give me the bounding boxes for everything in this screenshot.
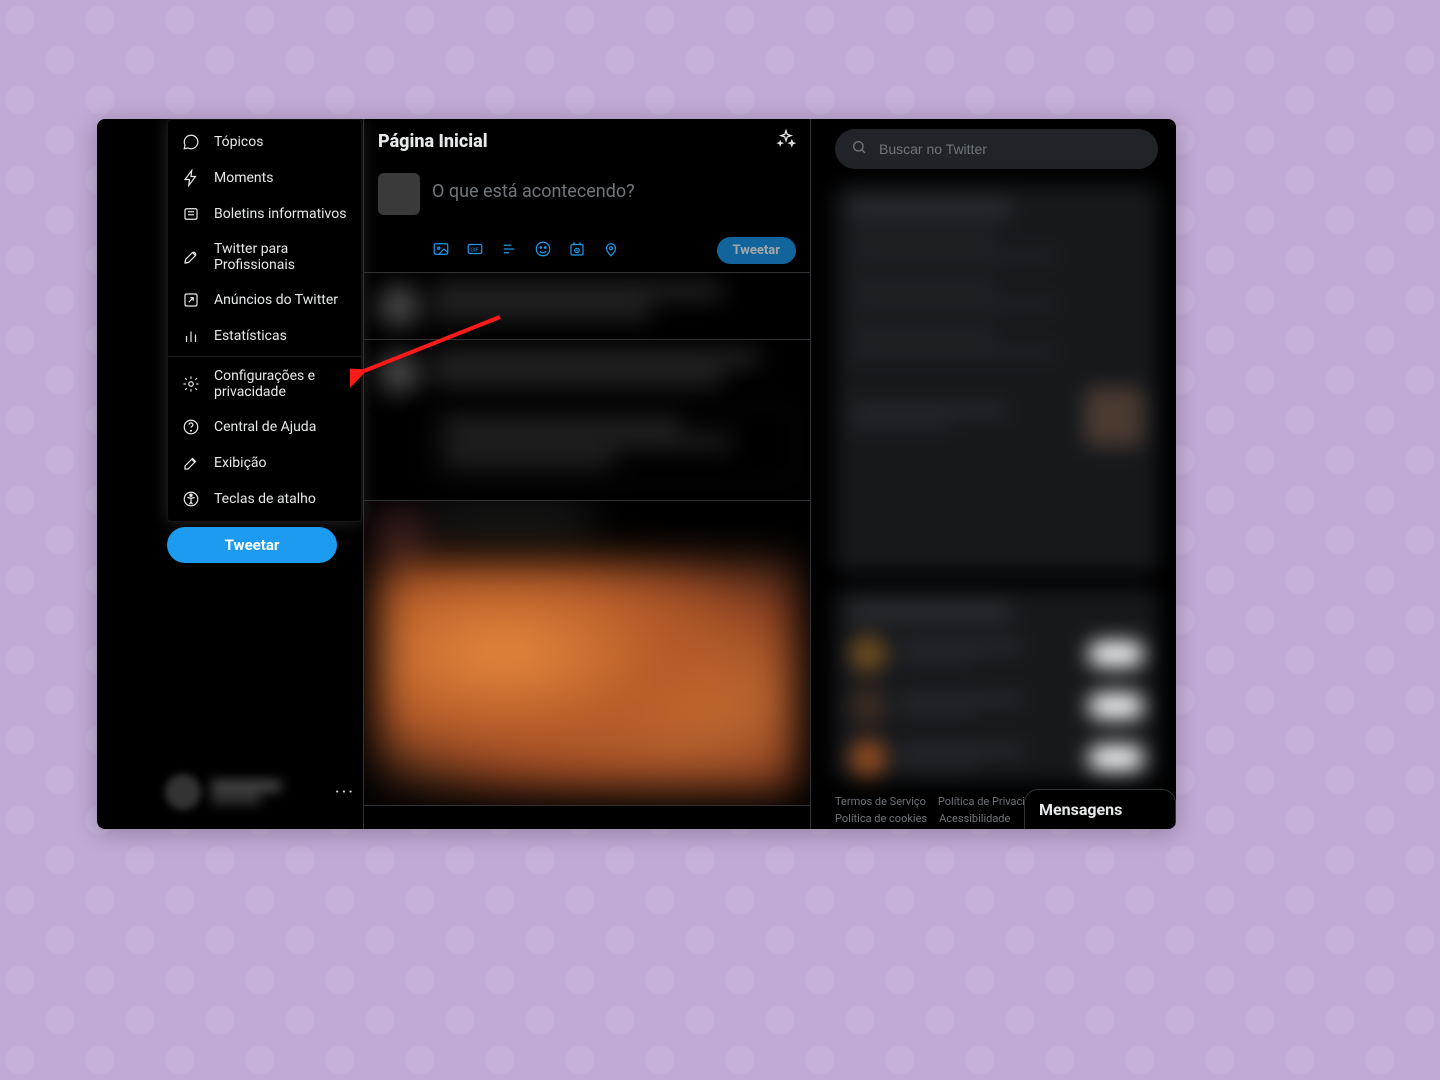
menu-label: Boletins informativos [214, 206, 346, 222]
tweet [364, 273, 810, 340]
app-window: Tópicos Moments Boletins informativos Tw… [97, 119, 1176, 829]
compose-input[interactable]: O que está acontecendo? [432, 173, 635, 202]
menu-item-topics[interactable]: Tópicos [168, 124, 361, 160]
menu-label: Moments [214, 170, 273, 186]
menu-label: Twitter para Profissionais [214, 241, 347, 273]
menu-item-helpcenter[interactable]: Central de Ajuda [168, 409, 361, 445]
page-title: Página Inicial [378, 131, 488, 152]
menu-label: Anúncios do Twitter [214, 292, 338, 308]
avatar [378, 173, 420, 215]
menu-item-display[interactable]: Exibição [168, 445, 361, 481]
top-tweets-icon[interactable] [776, 129, 796, 153]
avatar [165, 774, 201, 810]
poll-icon[interactable] [500, 240, 518, 262]
tweet-button-label: Tweetar [225, 536, 280, 554]
compose-tweet: O que está acontecendo? GIF Tweetar [364, 163, 810, 273]
timeline-feed[interactable] [364, 273, 810, 806]
timeline-header: Página Inicial [364, 119, 810, 163]
edit-icon [182, 454, 200, 472]
menu-item-moments[interactable]: Moments [168, 160, 361, 196]
more-menu-popup: Tópicos Moments Boletins informativos Tw… [167, 119, 362, 522]
accessibility-icon [182, 490, 200, 508]
menu-item-settings-privacy[interactable]: Configurações e privacidade [168, 359, 361, 409]
menu-label: Tópicos [214, 134, 263, 150]
account-switcher[interactable]: ··· [165, 769, 355, 815]
location-icon[interactable] [602, 240, 620, 262]
compose-toolbar: GIF [432, 240, 620, 262]
menu-label: Central de Ajuda [214, 419, 316, 435]
rocket-icon [182, 248, 200, 266]
footer-link[interactable]: Política de cookies [835, 812, 927, 825]
tweet-with-media [364, 501, 810, 806]
footer-link[interactable]: Termos de Serviço [835, 795, 926, 808]
gear-icon [182, 375, 200, 393]
tweet-button-label: Tweetar [733, 243, 780, 258]
menu-item-professionals[interactable]: Twitter para Profissionais [168, 232, 361, 282]
messages-label: Mensagens [1039, 800, 1122, 819]
sidebar: Tópicos Moments Boletins informativos Tw… [97, 119, 363, 829]
menu-separator [168, 356, 361, 357]
help-icon [182, 418, 200, 436]
menu-item-newsletters[interactable]: Boletins informativos [168, 196, 361, 232]
menu-item-ads[interactable]: Anúncios do Twitter [168, 282, 361, 318]
search-box[interactable] [835, 129, 1158, 169]
gif-icon[interactable]: GIF [466, 240, 484, 262]
tweet [364, 340, 810, 501]
image-icon[interactable] [432, 240, 450, 262]
menu-label: Estatísticas [214, 328, 287, 344]
more-icon[interactable]: ··· [335, 782, 355, 803]
emoji-icon[interactable] [534, 240, 552, 262]
tweet-button-sidebar[interactable]: Tweetar [167, 527, 337, 563]
chat-bubble-icon [182, 133, 200, 151]
lightning-icon [182, 169, 200, 187]
home-timeline: Página Inicial O que está acontecendo? G… [363, 119, 811, 829]
bar-chart-icon [182, 327, 200, 345]
who-to-follow-card[interactable] [835, 589, 1158, 781]
external-link-icon [182, 291, 200, 309]
tweet-button[interactable]: Tweetar [717, 237, 796, 264]
menu-label: Teclas de atalho [214, 491, 316, 507]
footer-link[interactable]: Acessibilidade [939, 812, 1010, 825]
search-input[interactable] [879, 141, 1142, 157]
right-sidebar: Termos de Serviço Política de Privacidad… [811, 119, 1176, 829]
search-icon [851, 139, 867, 159]
messages-dock[interactable]: Mensagens [1024, 789, 1176, 829]
svg-text:GIF: GIF [471, 247, 479, 253]
menu-item-analytics[interactable]: Estatísticas [168, 318, 361, 354]
menu-label: Exibição [214, 455, 267, 471]
menu-item-shortcuts[interactable]: Teclas de atalho [168, 481, 361, 517]
newsletter-icon [182, 205, 200, 223]
schedule-icon[interactable] [568, 240, 586, 262]
trends-card[interactable] [835, 185, 1158, 573]
account-text [211, 781, 325, 803]
menu-label: Configurações e privacidade [214, 368, 347, 400]
